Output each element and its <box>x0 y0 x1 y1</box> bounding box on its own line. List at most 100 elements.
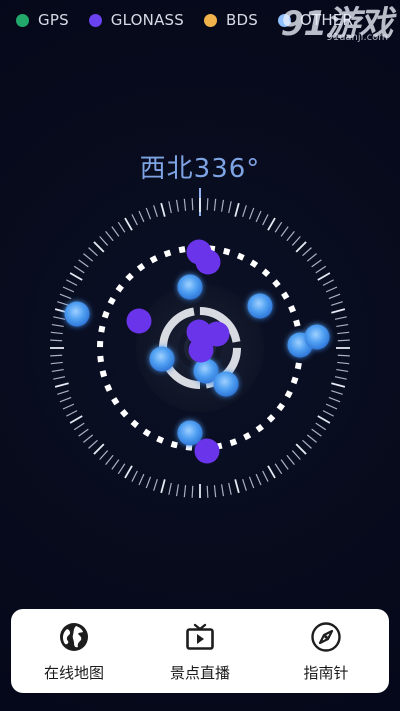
compass-tick <box>53 376 66 380</box>
compass-tick <box>206 485 209 498</box>
compass-tick <box>50 361 63 365</box>
compass-tick <box>138 210 145 223</box>
nav-scenic-live[interactable]: 景点直播 <box>145 620 255 683</box>
compass-tick <box>78 428 89 437</box>
compass-tick <box>73 265 85 274</box>
satellite-other <box>247 293 273 319</box>
compass-tick <box>206 198 209 211</box>
globe-icon <box>57 620 91 654</box>
nav-online-map[interactable]: 在线地图 <box>19 620 129 683</box>
compass-tick <box>315 265 327 274</box>
compass-tick <box>262 470 269 482</box>
compass-tick <box>117 463 126 475</box>
compass-tick <box>191 485 194 498</box>
satellite-glonass <box>194 438 220 464</box>
bottom-navigation: 在线地图 景点直播 指南针 <box>11 609 389 693</box>
compass-tick <box>93 443 105 455</box>
compass-tick <box>51 368 64 373</box>
nav-label: 在线地图 <box>43 663 104 682</box>
compass-tick <box>83 253 94 262</box>
compass-tick <box>322 410 334 417</box>
compass-tick <box>302 439 312 449</box>
compass-tick <box>213 485 217 498</box>
compass-tick <box>153 479 158 491</box>
compass-tick <box>328 396 341 403</box>
satellite-other <box>64 301 90 327</box>
compass-tick <box>274 463 283 475</box>
compass-tick <box>99 450 109 460</box>
satellite-glonass <box>126 308 152 334</box>
compass-tick <box>315 422 327 431</box>
compass-tick <box>145 476 152 489</box>
compass-tick <box>228 482 232 495</box>
compass-tick <box>331 308 346 314</box>
compass-tick <box>138 473 145 486</box>
satellite-radar <box>50 198 350 498</box>
satellite-glonass <box>188 337 214 363</box>
compass-tick <box>295 443 307 455</box>
compass-tick <box>105 454 114 465</box>
compass-tick <box>88 247 98 257</box>
compass-tick <box>291 236 301 246</box>
nav-label: 景点直播 <box>169 663 230 682</box>
compass-tick <box>325 403 338 410</box>
compass-tick <box>242 205 247 217</box>
satellite-other <box>304 324 330 350</box>
compass-tick <box>306 253 317 262</box>
compass-tick <box>54 382 69 388</box>
satellite-other <box>213 371 239 397</box>
compass-tick <box>337 354 350 357</box>
compass-tick <box>66 410 78 417</box>
compass-tick <box>306 434 317 443</box>
compass-tick <box>117 221 126 233</box>
compass-tick <box>337 331 350 335</box>
compass-tick <box>105 231 114 242</box>
compass-tick <box>153 205 158 217</box>
compass-tick <box>291 450 301 460</box>
tv-icon <box>183 620 217 654</box>
compass-tick <box>331 382 346 388</box>
compass-tick <box>59 293 72 300</box>
compass-tick <box>53 316 66 320</box>
compass-tick <box>336 323 349 328</box>
compass-tick <box>311 428 322 437</box>
compass-tick <box>322 279 334 286</box>
compass-tick <box>267 465 276 479</box>
compass-tick <box>234 202 240 217</box>
compass-tick <box>334 376 347 380</box>
compass-tick <box>311 259 322 268</box>
compass-tick <box>248 476 255 489</box>
compass-tick <box>280 459 289 470</box>
compass-tick <box>168 201 172 214</box>
compass-tick <box>255 473 262 486</box>
compass-tick <box>131 470 138 482</box>
compass-tick <box>160 202 166 217</box>
compass-tick <box>234 479 240 494</box>
compass-tick <box>262 214 269 226</box>
compass-tick <box>111 459 120 470</box>
compass-tick <box>336 368 349 373</box>
compass-tick <box>302 247 312 257</box>
compass-tick <box>57 390 69 395</box>
satellite-other <box>177 274 203 300</box>
compass-tick <box>248 207 255 220</box>
compass-tick <box>274 221 283 233</box>
compass-tick <box>183 485 187 498</box>
nav-compass[interactable]: 指南针 <box>271 620 381 683</box>
compass-tick <box>59 396 72 403</box>
compass-tick <box>175 484 180 497</box>
satellite-glonass <box>195 249 221 275</box>
compass-tick <box>325 286 338 293</box>
compass-tick <box>160 479 166 494</box>
compass-tick <box>331 390 343 395</box>
compass-tick <box>99 236 109 246</box>
compass-tick <box>62 403 75 410</box>
compass-tick <box>328 293 341 300</box>
compass-tick <box>57 301 69 306</box>
compass-tick <box>175 199 180 212</box>
compass-tick <box>50 354 63 357</box>
compass-tick <box>337 339 350 342</box>
nav-label: 指南针 <box>303 663 349 682</box>
compass-tick <box>191 198 194 211</box>
compass-tick <box>220 199 225 212</box>
